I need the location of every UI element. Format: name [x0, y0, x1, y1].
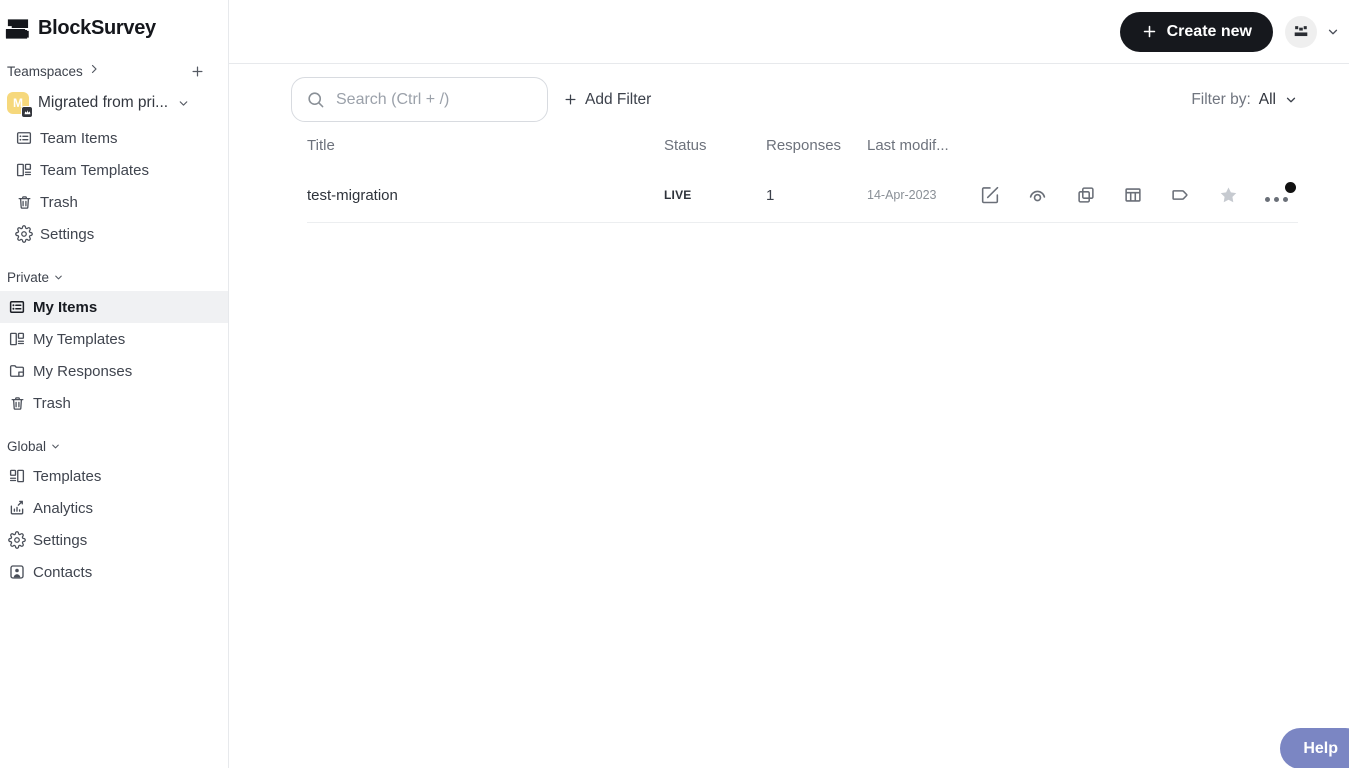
teamspaces-label: Teamspaces [7, 63, 83, 79]
trash-icon [8, 395, 26, 412]
sidebar-item-label: Settings [40, 225, 95, 243]
folder-icon [8, 362, 26, 380]
trash-icon [15, 194, 33, 211]
create-new-button[interactable]: Create new [1119, 11, 1273, 52]
plus-icon [1141, 23, 1158, 40]
column-header-last-modified: Last modif... [867, 136, 949, 154]
preview-eye-icon[interactable] [1026, 184, 1049, 207]
responses-count: 1 [766, 186, 775, 204]
add-teamspace-button[interactable] [190, 64, 205, 79]
row-actions [977, 181, 1298, 207]
edit-icon[interactable] [979, 184, 1001, 206]
sidebar-item-label: My Templates [33, 330, 126, 348]
list-icon [15, 129, 33, 147]
duplicate-icon[interactable] [1075, 184, 1097, 206]
sidebar-item-label: Trash [33, 394, 71, 412]
sidebar: BlockSurvey Teamspaces M Migrated from p… [0, 0, 229, 768]
templates-global-icon [8, 467, 26, 485]
crown-badge-icon [21, 106, 33, 118]
status-badge: LIVE [664, 188, 692, 202]
sidebar-item-team-settings[interactable]: Settings [0, 218, 228, 250]
brand-logo[interactable]: BlockSurvey [0, 0, 228, 46]
chevron-right-icon [88, 62, 100, 80]
analytics-icon [8, 499, 26, 517]
item-title[interactable]: test-migration [307, 187, 664, 204]
favorite-star-icon[interactable] [1217, 184, 1240, 207]
private-section-header[interactable]: Private [0, 263, 228, 291]
create-new-label: Create new [1166, 22, 1252, 40]
notification-dot [1284, 181, 1296, 193]
sidebar-item-label: Trash [40, 193, 78, 211]
top-bar: Create new [229, 0, 1349, 64]
account-menu[interactable] [1285, 15, 1340, 48]
teamspaces-header[interactable]: Teamspaces [0, 58, 228, 84]
sidebar-item-my-responses[interactable]: My Responses [0, 355, 228, 387]
sidebar-item-settings[interactable]: Settings [0, 524, 228, 556]
private-label: Private [7, 269, 50, 285]
sidebar-item-label: My Items [33, 298, 98, 316]
last-modified-date: 14-Apr-2023 [867, 188, 937, 202]
list-icon [8, 298, 26, 316]
gear-icon [8, 531, 26, 549]
sidebar-item-label: Analytics [33, 499, 94, 517]
more-options-icon[interactable] [1264, 181, 1296, 202]
chevron-down-icon [1284, 93, 1298, 107]
sidebar-item-team-items[interactable]: Team Items [0, 122, 228, 154]
sidebar-item-label: Settings [33, 531, 88, 549]
global-section-header[interactable]: Global [0, 432, 228, 460]
sidebar-item-trash[interactable]: Trash [0, 387, 228, 419]
add-filter-label: Add Filter [585, 90, 652, 108]
chevron-down-icon [1326, 25, 1340, 39]
sidebar-item-label: My Responses [33, 362, 133, 380]
search-input[interactable] [291, 77, 548, 122]
main-area: Create new Add [229, 0, 1349, 768]
sidebar-item-label: Templates [33, 467, 102, 485]
teamspace-selector[interactable]: M Migrated from pri... [0, 84, 228, 122]
teamspace-name: Migrated from pri... [38, 94, 169, 111]
filter-by-dropdown[interactable]: Filter by: All [1191, 91, 1298, 109]
sidebar-item-analytics[interactable]: Analytics [0, 492, 228, 524]
sidebar-item-label: Contacts [33, 563, 93, 581]
tag-icon[interactable] [1169, 184, 1191, 206]
templates-icon [8, 330, 26, 348]
column-header-title: Title [307, 136, 335, 154]
sidebar-item-templates[interactable]: Templates [0, 460, 228, 492]
teamspace-avatar: M [7, 92, 33, 118]
sidebar-item-team-trash[interactable]: Trash [0, 186, 228, 218]
sidebar-item-my-items[interactable]: My Items [0, 291, 228, 323]
column-header-status: Status [664, 136, 707, 154]
items-table: Title Status Responses Last modif... tes… [291, 122, 1298, 223]
sidebar-item-contacts[interactable]: Contacts [0, 556, 228, 588]
sidebar-item-team-templates[interactable]: Team Templates [0, 154, 228, 186]
brand-name: BlockSurvey [38, 17, 156, 39]
help-button[interactable]: Help [1280, 728, 1349, 768]
user-avatar [1285, 15, 1317, 48]
blocksurvey-logo-icon [5, 16, 30, 42]
column-header-responses: Responses [766, 136, 842, 154]
plus-icon [563, 92, 578, 107]
filter-by-value: All [1258, 90, 1276, 108]
toolbar: Add Filter Filter by: All [291, 77, 1298, 122]
contacts-icon [8, 563, 26, 581]
table-row[interactable]: test-migration LIVE 1 14-Apr-2023 [307, 168, 1298, 223]
sidebar-item-label: Team Templates [40, 161, 149, 179]
templates-icon [15, 161, 33, 179]
chevron-down-icon [177, 97, 190, 110]
results-table-icon[interactable] [1122, 184, 1144, 206]
chevron-down-icon [53, 272, 64, 283]
chevron-down-icon [50, 441, 61, 452]
table-header-row: Title Status Responses Last modif... [307, 122, 1298, 168]
gear-icon [15, 225, 33, 243]
sidebar-item-my-templates[interactable]: My Templates [0, 323, 228, 355]
global-label: Global [7, 438, 47, 454]
ellipsis-dots [1264, 189, 1288, 202]
add-filter-button[interactable]: Add Filter [563, 91, 651, 109]
sidebar-item-label: Team Items [40, 129, 118, 147]
filter-by-label: Filter by: [1191, 90, 1251, 108]
search-box [291, 77, 548, 122]
app-window: BlockSurvey Teamspaces M Migrated from p… [0, 0, 1349, 768]
